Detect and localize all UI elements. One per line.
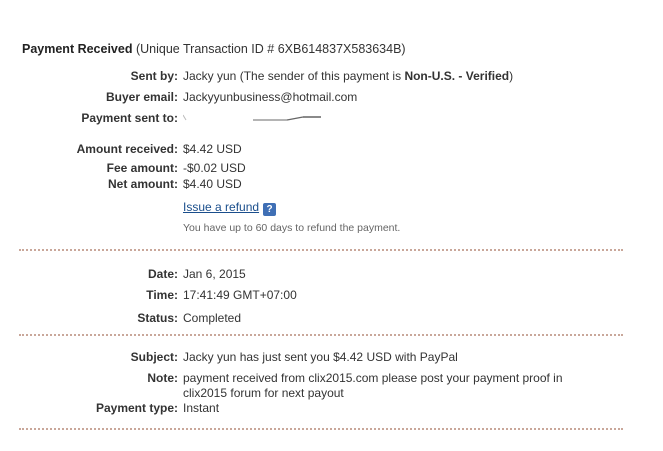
refund-action: Issue a refund? [183, 200, 277, 216]
date-label: Date: [147, 267, 178, 281]
sender-note-prefix: (The sender of this payment is [236, 69, 405, 83]
fee-amount-value: -$0.02 USD [183, 161, 246, 175]
time-row: Time: 17:41:49 GMT+07:00 [0, 288, 663, 304]
fee-amount-label: Fee amount: [106, 161, 178, 175]
issue-refund-link[interactable]: Issue a refund [183, 200, 259, 214]
amount-received-label: Amount received: [76, 142, 178, 156]
sent-by-value: Jacky yun (The sender of this payment is… [183, 69, 513, 83]
status-label: Status: [137, 311, 178, 325]
payment-type-row: Payment type: Instant [0, 401, 663, 417]
payment-type-value: Instant [183, 401, 220, 415]
status-row: Status: Completed [0, 311, 663, 327]
net-amount-row: Net amount: $4.40 USD [0, 177, 663, 193]
sent-by-label: Sent by: [130, 69, 178, 83]
sender-note-suffix: ) [509, 69, 514, 83]
sender-status: Non-U.S. - Verified [404, 69, 510, 83]
time-value: 17:41:49 GMT+07:00 [183, 288, 297, 302]
redacted-email-mark [183, 114, 321, 121]
note-value: payment received from clix2015.com pleas… [183, 371, 563, 400]
payment-type-label: Payment type: [95, 401, 178, 415]
sender-name: Jacky yun [183, 69, 237, 83]
buyer-email-row: Buyer email: Jackyyunbusiness@hotmail.co… [0, 90, 663, 106]
page-title-main: Payment Received [22, 42, 133, 56]
subject-value: Jacky yun has just sent you $4.42 USD wi… [183, 350, 458, 364]
buyer-email-label: Buyer email: [105, 90, 178, 104]
section-divider [19, 428, 623, 430]
status-value: Completed [183, 311, 242, 325]
sent-by-row: Sent by: Jacky yun (The sender of this p… [0, 69, 663, 85]
payment-sent-to-row: Payment sent to: [0, 111, 663, 127]
payment-sent-to-label: Payment sent to: [81, 111, 178, 125]
date-value: Jan 6, 2015 [183, 267, 246, 281]
amount-received-row: Amount received: $4.42 USD [0, 142, 663, 158]
buyer-email-value: Jackyyunbusiness@hotmail.com [183, 90, 358, 104]
note-row: Note: payment received from clix2015.com… [0, 371, 663, 400]
transaction-id: (Unique Transaction ID # 6XB614837X58363… [132, 42, 406, 56]
note-label: Note: [147, 371, 178, 385]
payment-sent-to-value [183, 111, 323, 125]
refund-note: You have up to 60 days to refund the pay… [183, 222, 401, 234]
net-amount-label: Net amount: [108, 177, 178, 191]
fee-amount-row: Fee amount: -$0.02 USD [0, 161, 663, 177]
date-row: Date: Jan 6, 2015 [0, 267, 663, 283]
refund-row: Issue a refund? [0, 200, 663, 216]
time-label: Time: [146, 288, 178, 302]
net-amount-value: $4.40 USD [183, 177, 242, 191]
help-icon[interactable]: ? [263, 203, 277, 216]
subject-row: Subject: Jacky yun has just sent you $4.… [0, 350, 663, 366]
section-divider [19, 249, 623, 251]
page-title: Payment Received (Unique Transaction ID … [22, 42, 406, 56]
section-divider [19, 334, 623, 336]
amount-received-value: $4.42 USD [183, 142, 242, 156]
subject-label: Subject: [130, 350, 178, 364]
